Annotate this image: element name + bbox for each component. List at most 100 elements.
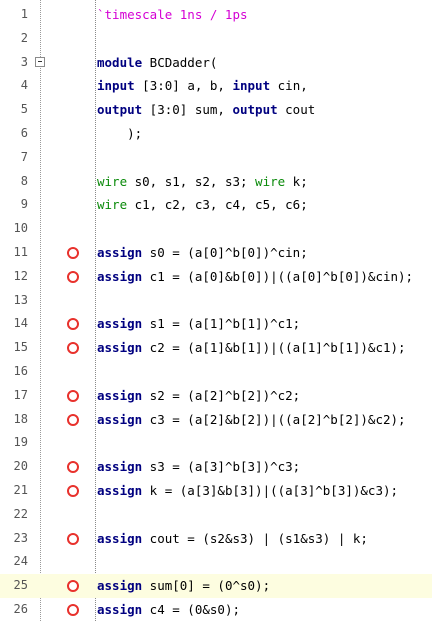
line-number: 26 <box>13 602 28 616</box>
code-token: c3 = (a[2]&b[2])|((a[2]^b[2])&c2); <box>142 411 406 427</box>
code-line[interactable]: 11 assign s0 = (a[0]^b[0])^cin; <box>0 241 432 265</box>
code-line[interactable]: 6 ); <box>0 122 432 146</box>
code-text: assign c2 = (a[1]&b[1])|((a[1]^b[1])&c1)… <box>97 336 406 360</box>
keyword-token: module <box>97 54 143 70</box>
code-line[interactable]: 20 assign s3 = (a[3]^b[3])^c3; <box>0 455 432 479</box>
breakpoint-icon[interactable] <box>67 342 79 355</box>
breakpoint-icon[interactable] <box>67 247 79 259</box>
line-number: 1 <box>20 7 28 21</box>
keyword-token: wire <box>255 173 286 189</box>
line-number: 10 <box>13 221 28 236</box>
code-text: assign s0 = (a[0]^b[0])^cin; <box>97 241 308 265</box>
code-line[interactable]: 21 assign k = (a[3]&b[3])|((a[3]^b[3])&c3… <box>0 479 432 503</box>
code-line[interactable]: 15 assign c2 = (a[1]&b[1])|((a[1]^b[1])&c… <box>0 336 432 360</box>
line-number: 8 <box>20 173 28 188</box>
code-token: k; <box>285 173 308 189</box>
line-number: 17 <box>13 387 28 402</box>
keyword-token: output <box>232 102 278 118</box>
breakpoint-icon[interactable] <box>67 580 79 593</box>
breakpoint-icon[interactable] <box>67 604 79 616</box>
code-token: s0 = (a[0]^b[0])^cin; <box>142 245 308 260</box>
code-line[interactable]: 7 <box>0 146 432 170</box>
breakpoint-icon[interactable] <box>67 413 79 426</box>
line-number: 3 <box>20 54 28 69</box>
code-text: assign s1 = (a[1]^b[1])^c1; <box>97 312 300 336</box>
keyword-token: assign <box>97 268 143 284</box>
keyword-token: input <box>232 78 271 94</box>
code-text: assign k = (a[3]&b[3])|((a[3]^b[3])&c3); <box>97 479 398 503</box>
code-line[interactable]: 3 module BCDadder( <box>0 51 432 75</box>
code-text: input [3:0] a, b, input cin, <box>97 74 308 98</box>
code-text: output [3:0] sum, output cout <box>97 98 315 122</box>
code-text: assign sum[0] = (0^s0); <box>97 574 270 598</box>
line-number: 16 <box>13 364 28 378</box>
current-code-line[interactable]: 25 assign sum[0] = (0^s0); <box>0 574 432 598</box>
code-text: `timescale 1ns / 1ps <box>97 3 248 27</box>
keyword-token: assign <box>97 602 143 617</box>
breakpoint-icon[interactable] <box>67 532 79 545</box>
code-line[interactable]: 18 assign c3 = (a[2]&b[2])|((a[2]^b[2])&c… <box>0 408 432 432</box>
code-token: cout <box>277 102 316 118</box>
code-line[interactable]: 13 <box>0 289 432 313</box>
code-token: s3 = (a[3]^b[3])^c3; <box>142 459 301 475</box>
breakpoint-icon[interactable] <box>67 389 79 402</box>
code-text: assign s3 = (a[3]^b[3])^c3; <box>97 455 300 479</box>
keyword-token: output <box>97 102 143 118</box>
line-number: 20 <box>13 459 28 474</box>
breakpoint-icon[interactable] <box>67 270 79 283</box>
code-line[interactable]: 22 <box>0 503 432 527</box>
breakpoint-icon[interactable] <box>67 485 79 497</box>
code-line[interactable]: 1 `timescale 1ns / 1ps <box>0 3 432 27</box>
keyword-token: assign <box>97 411 143 427</box>
code-line[interactable]: 23 assign cout = (s2&s3) | (s1&s3) | k; <box>0 527 432 551</box>
code-token: cin, <box>270 78 308 94</box>
breakpoint-icon[interactable] <box>67 318 79 331</box>
code-text: module BCDadder( <box>97 51 217 75</box>
code-token: c2 = (a[1]&b[1])|((a[1]^b[1])&c1); <box>142 340 406 356</box>
line-number: 7 <box>20 149 28 164</box>
keyword-token: assign <box>97 530 143 546</box>
line-number: 24 <box>13 554 28 569</box>
code-line[interactable]: 4 input [3:0] a, b, input cin, <box>0 74 432 98</box>
code-line[interactable]: 2 <box>0 27 432 51</box>
directive-token: `timescale 1ns / 1ps <box>97 7 248 22</box>
code-line[interactable]: 17 assign s2 = (a[2]^b[2])^c2; <box>0 384 432 408</box>
keyword-token: assign <box>97 459 143 475</box>
code-text: wire s0, s1, s2, s3; wire k; <box>97 170 308 194</box>
keyword-token: wire <box>97 173 128 189</box>
code-text: wire c1, c2, c3, c4, c5, c6; <box>97 193 308 217</box>
code-text: assign c4 = (0&s0); <box>97 598 240 622</box>
line-number: 19 <box>13 435 28 450</box>
code-token: c1 = (a[0]&b[0])|((a[0]^b[0])&cin); <box>142 268 414 284</box>
code-line[interactable]: 12 assign c1 = (a[0]&b[0])|((a[0]^b[0])&c… <box>0 265 432 289</box>
code-text: assign c1 = (a[0]&b[0])|((a[0]^b[0])&cin… <box>97 265 413 289</box>
collapse-icon[interactable] <box>35 56 45 67</box>
code-line[interactable]: 14 assign s1 = (a[1]^b[1])^c1; <box>0 312 432 336</box>
code-token: BCDadder( <box>142 54 218 70</box>
keyword-token: assign <box>97 578 143 594</box>
code-line[interactable]: 16 <box>0 360 432 384</box>
breakpoint-icon[interactable] <box>67 461 79 474</box>
line-number: 13 <box>13 292 28 307</box>
code-text: assign c3 = (a[2]&b[2])|((a[2]^b[2])&c2)… <box>97 408 406 432</box>
code-line[interactable]: 26 assign c4 = (0&s0); <box>0 598 432 622</box>
code-token: [3:0] a, b, <box>134 78 233 94</box>
code-token: cout = (s2&s3) | (s1&s3) | k; <box>142 530 368 546</box>
code-line[interactable]: 24 <box>0 550 432 574</box>
keyword-token: input <box>97 78 135 94</box>
keyword-token: assign <box>97 245 143 260</box>
code-editor[interactable]: 1 `timescale 1ns / 1ps 2 3 module BCDadder(4… <box>0 0 432 621</box>
code-line[interactable]: 8 wire s0, s1, s2, s3; wire k; <box>0 170 432 194</box>
keyword-token: assign <box>97 316 143 332</box>
code-token: s0, s1, s2, s3; <box>127 173 256 189</box>
keyword-token: assign <box>97 340 143 356</box>
code-token: [3:0] sum, <box>142 102 233 118</box>
keyword-token: assign <box>97 483 143 498</box>
line-number: 15 <box>13 340 28 355</box>
code-line[interactable]: 10 <box>0 217 432 241</box>
keyword-token: wire <box>97 197 128 213</box>
code-line[interactable]: 5 output [3:0] sum, output cout <box>0 98 432 122</box>
code-line[interactable]: 9 wire c1, c2, c3, c4, c5, c6; <box>0 193 432 217</box>
code-text: assign s2 = (a[2]^b[2])^c2; <box>97 384 300 408</box>
code-line[interactable]: 19 <box>0 431 432 455</box>
